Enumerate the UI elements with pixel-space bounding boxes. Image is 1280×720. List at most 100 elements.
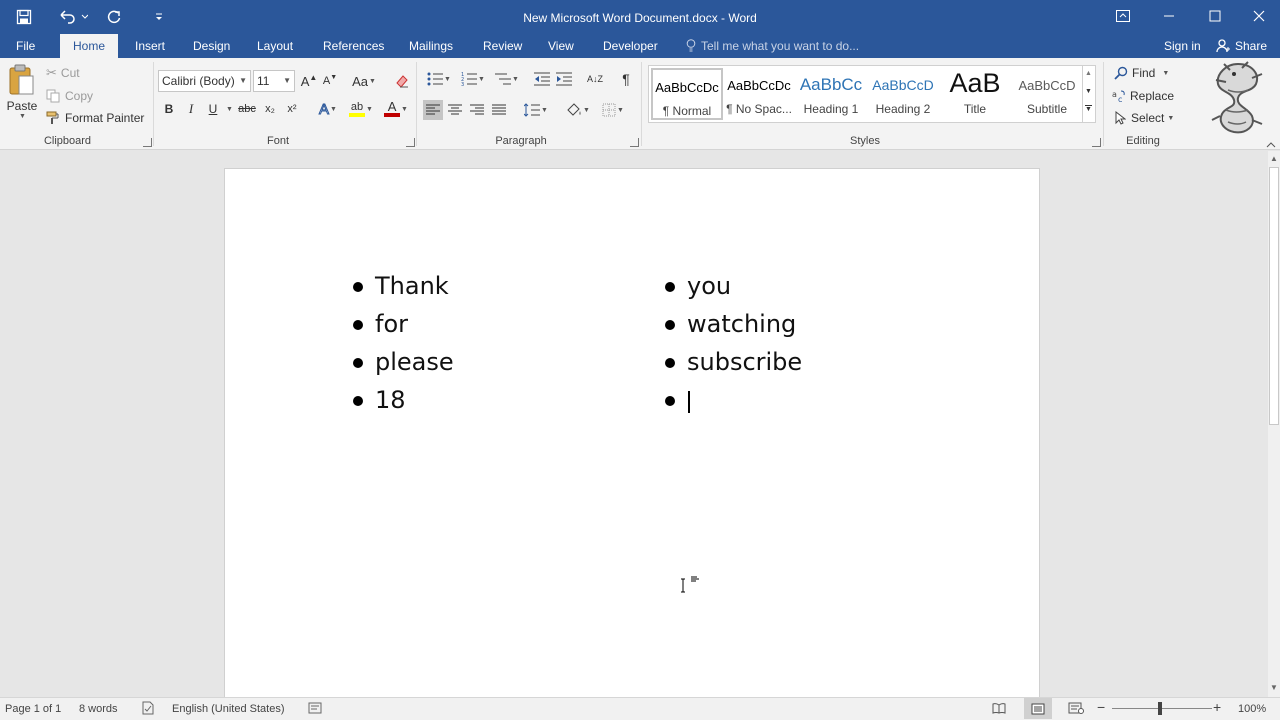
- show-formatting-marks-button[interactable]: ¶: [616, 69, 636, 89]
- share-button[interactable]: Share: [1216, 34, 1267, 58]
- borders-button[interactable]: ▼: [597, 100, 629, 120]
- superscript-button[interactable]: x²: [282, 99, 302, 119]
- list-item[interactable]: please: [353, 343, 633, 381]
- increase-indent-icon[interactable]: [554, 69, 574, 89]
- macro-recording-icon[interactable]: [308, 701, 322, 718]
- change-case-button[interactable]: Aa ▼: [349, 71, 379, 91]
- highlight-swatch: [349, 112, 366, 117]
- select-button[interactable]: Select ▼: [1114, 109, 1174, 127]
- word-count[interactable]: 8 words: [79, 703, 118, 715]
- web-layout-icon[interactable]: [1068, 701, 1084, 718]
- list-item[interactable]: 18: [353, 381, 633, 419]
- scroll-thumb[interactable]: [1269, 167, 1279, 425]
- tab-design[interactable]: Design: [193, 34, 230, 58]
- maximize-icon[interactable]: [1192, 0, 1238, 32]
- underline-button[interactable]: U: [203, 99, 223, 119]
- align-center-icon[interactable]: [445, 100, 465, 120]
- zoom-slider-track[interactable]: [1112, 708, 1212, 709]
- font-color-glyph: A: [387, 99, 397, 114]
- find-button[interactable]: Find ▼: [1114, 64, 1169, 82]
- sign-in-link[interactable]: Sign in: [1164, 34, 1201, 58]
- tab-mailings[interactable]: Mailings: [409, 34, 453, 58]
- language[interactable]: English (United States): [172, 703, 285, 715]
- underline-dropdown-icon[interactable]: ▼: [223, 99, 235, 119]
- style-title[interactable]: AaB Title: [939, 68, 1011, 120]
- italic-button[interactable]: I: [181, 99, 201, 119]
- ribbon-display-options-icon[interactable]: [1100, 0, 1146, 32]
- zoom-out-icon[interactable]: −: [1097, 700, 1105, 714]
- font-dialog-launcher-icon[interactable]: [406, 138, 415, 147]
- chevron-down-icon[interactable]: ▼: [1085, 88, 1092, 95]
- paste-button[interactable]: Paste ▼: [6, 64, 38, 124]
- text-effects-button[interactable]: A ▼: [313, 99, 343, 119]
- list-item[interactable]: watching: [665, 305, 945, 343]
- minimize-icon[interactable]: [1146, 0, 1192, 32]
- gallery-more-icon[interactable]: ▼: [1085, 105, 1092, 114]
- font-family-select[interactable]: Calibri (Body) ▼: [158, 70, 251, 92]
- bold-button[interactable]: B: [159, 99, 179, 119]
- chevron-up-icon[interactable]: ▲: [1085, 70, 1092, 77]
- list-item[interactable]: subscribe: [665, 343, 945, 381]
- close-icon[interactable]: [1238, 0, 1280, 32]
- font-color-button[interactable]: A ▼: [380, 99, 412, 119]
- tab-view[interactable]: View: [548, 34, 574, 58]
- page-count[interactable]: Page 1 of 1: [5, 703, 61, 715]
- list-item-text: 18: [375, 386, 406, 414]
- list-item[interactable]: [665, 381, 945, 419]
- style-heading-2[interactable]: AaBbCcD Heading 2: [867, 68, 939, 120]
- align-left-icon[interactable]: [423, 100, 443, 120]
- styles-dialog-launcher-icon[interactable]: [1092, 138, 1101, 147]
- line-spacing-button[interactable]: ▼: [521, 100, 551, 120]
- list-item[interactable]: you: [665, 267, 945, 305]
- strikethrough-button[interactable]: abc: [237, 99, 257, 119]
- tab-insert[interactable]: Insert: [135, 34, 165, 58]
- list-item-text: Thank: [375, 272, 449, 300]
- font-size-select[interactable]: 11 ▼: [253, 70, 295, 92]
- scroll-up-icon[interactable]: ▲: [1270, 154, 1278, 163]
- tab-references[interactable]: References: [323, 34, 384, 58]
- style-name: Title: [963, 102, 987, 116]
- tell-me-search[interactable]: Tell me what you want to do...: [686, 34, 859, 58]
- clear-formatting-icon[interactable]: [392, 71, 412, 91]
- paragraph-dialog-launcher-icon[interactable]: [630, 138, 639, 147]
- list-item[interactable]: Thank: [353, 267, 633, 305]
- cut-button[interactable]: ✂ Cut: [46, 64, 80, 82]
- multilevel-list-button[interactable]: ▼: [491, 69, 523, 89]
- tab-file[interactable]: File: [16, 34, 35, 58]
- highlight-color-button[interactable]: ab ▼: [345, 99, 377, 119]
- tab-developer[interactable]: Developer: [603, 34, 658, 58]
- zoom-slider-thumb[interactable]: [1158, 702, 1162, 715]
- subscript-button[interactable]: x₂: [260, 99, 280, 119]
- style-no-spacing[interactable]: AaBbCcDc ¶ No Spac...: [723, 68, 795, 120]
- align-right-icon[interactable]: [467, 100, 487, 120]
- shading-button[interactable]: ▼: [562, 100, 594, 120]
- read-mode-icon[interactable]: [992, 701, 1006, 718]
- tab-review[interactable]: Review: [483, 34, 522, 58]
- list-item[interactable]: for: [353, 305, 633, 343]
- zoom-level[interactable]: 100%: [1238, 703, 1266, 715]
- clipboard-dialog-launcher-icon[interactable]: [143, 138, 152, 147]
- document-page[interactable]: Thank for please 18 you watching subscri…: [224, 168, 1040, 708]
- vertical-scrollbar[interactable]: ▲ ▼: [1268, 151, 1280, 697]
- collapse-ribbon-icon[interactable]: [1266, 138, 1276, 148]
- shrink-font-icon[interactable]: A ▼: [320, 71, 340, 91]
- style-normal[interactable]: AaBbCcDc ¶ Normal: [651, 68, 723, 120]
- copy-button[interactable]: Copy: [46, 87, 93, 105]
- scroll-down-icon[interactable]: ▼: [1270, 683, 1278, 692]
- tab-home[interactable]: Home: [60, 34, 119, 58]
- format-painter-button[interactable]: Format Painter: [46, 109, 144, 127]
- justify-icon[interactable]: [489, 100, 509, 120]
- decrease-indent-icon[interactable]: [532, 69, 552, 89]
- font-family-value: Calibri (Body): [162, 74, 235, 88]
- style-heading-1[interactable]: AaBbCc Heading 1: [795, 68, 867, 120]
- grow-font-icon[interactable]: A ▲: [299, 71, 319, 91]
- zoom-in-icon[interactable]: +: [1213, 700, 1221, 714]
- replace-button[interactable]: a c Replace: [1112, 87, 1174, 105]
- tab-layout[interactable]: Layout: [257, 34, 293, 58]
- numbering-button[interactable]: 1 2 3 ▼: [457, 69, 489, 89]
- style-subtitle[interactable]: AaBbCcD Subtitle: [1011, 68, 1083, 120]
- proofing-icon[interactable]: [141, 701, 155, 718]
- bullets-button[interactable]: ▼: [423, 69, 455, 89]
- print-layout-icon[interactable]: [1024, 698, 1052, 719]
- sort-button[interactable]: A↓Z: [585, 69, 605, 89]
